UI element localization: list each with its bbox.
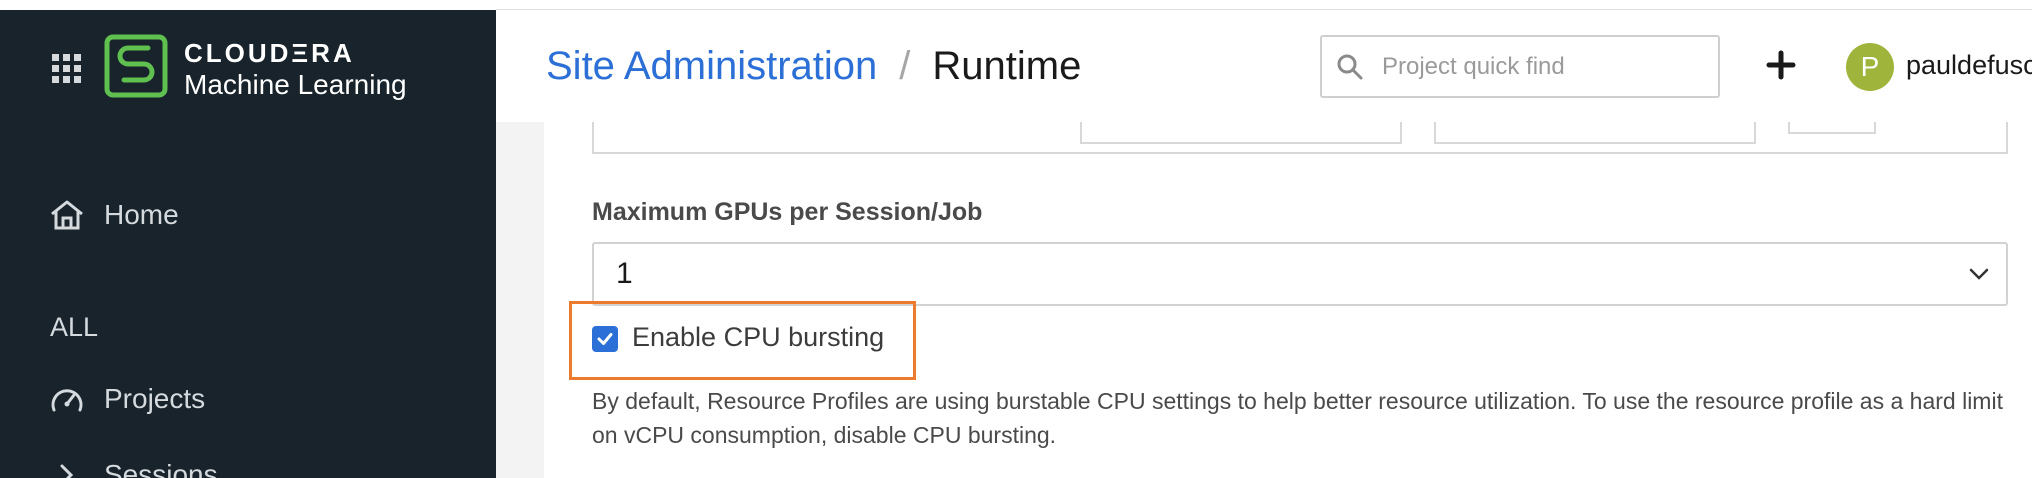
brand-product: Machine Learning <box>184 69 407 100</box>
sidebar-item-home[interactable]: Home <box>48 198 179 232</box>
content-gutter <box>496 122 544 478</box>
add-icon[interactable] <box>1764 48 1798 82</box>
gpu-field-label: Maximum GPUs per Session/Job <box>592 198 983 226</box>
brand-name: CLOUDΞRA <box>184 38 355 68</box>
sidebar-item-sessions[interactable]: Sessions <box>48 458 218 478</box>
username[interactable]: pauldefusc <box>1906 50 2032 81</box>
breadcrumb-site-administration[interactable]: Site Administration <box>546 42 877 90</box>
gpu-select-value: 1 <box>616 257 633 290</box>
top-border <box>496 0 2032 10</box>
gauge-icon <box>48 382 86 416</box>
page-title: Runtime <box>932 44 1082 88</box>
cpu-bursting-description: By default, Resource Profiles are using … <box>592 388 2003 448</box>
project-search[interactable] <box>1320 35 1720 98</box>
home-icon <box>48 198 86 232</box>
cpu-bursting-label[interactable]: Enable CPU bursting <box>632 322 884 353</box>
breadcrumb-separator: / <box>899 44 911 88</box>
chevron-right-icon <box>48 458 86 478</box>
sidebar-item-label: Home <box>104 199 179 230</box>
avatar[interactable]: P <box>1846 43 1894 91</box>
checkmark-icon <box>597 333 613 345</box>
search-input[interactable] <box>1382 52 1702 81</box>
gpu-select[interactable]: 1 <box>592 242 2008 306</box>
page: CLOUDΞRA Machine Learning Home ALL Proje… <box>0 0 2032 478</box>
cpu-bursting-checkbox[interactable] <box>592 326 618 352</box>
sidebar-item-projects[interactable]: Projects <box>48 382 205 416</box>
app-grid-icon[interactable] <box>52 54 81 83</box>
breadcrumb: Site Administration / Runtime <box>546 42 1081 90</box>
sidebar-item-label: Projects <box>104 383 206 414</box>
sidebar: CLOUDΞRA Machine Learning Home ALL Proje… <box>0 10 496 478</box>
chevron-down-icon <box>1969 268 1989 280</box>
sidebar-section-all: ALL <box>50 312 99 342</box>
brand: CLOUDΞRA Machine Learning <box>184 38 407 102</box>
sidebar-item-label: Sessions <box>104 459 218 478</box>
search-icon <box>1337 54 1363 79</box>
cloudera-logo-icon <box>104 34 168 98</box>
